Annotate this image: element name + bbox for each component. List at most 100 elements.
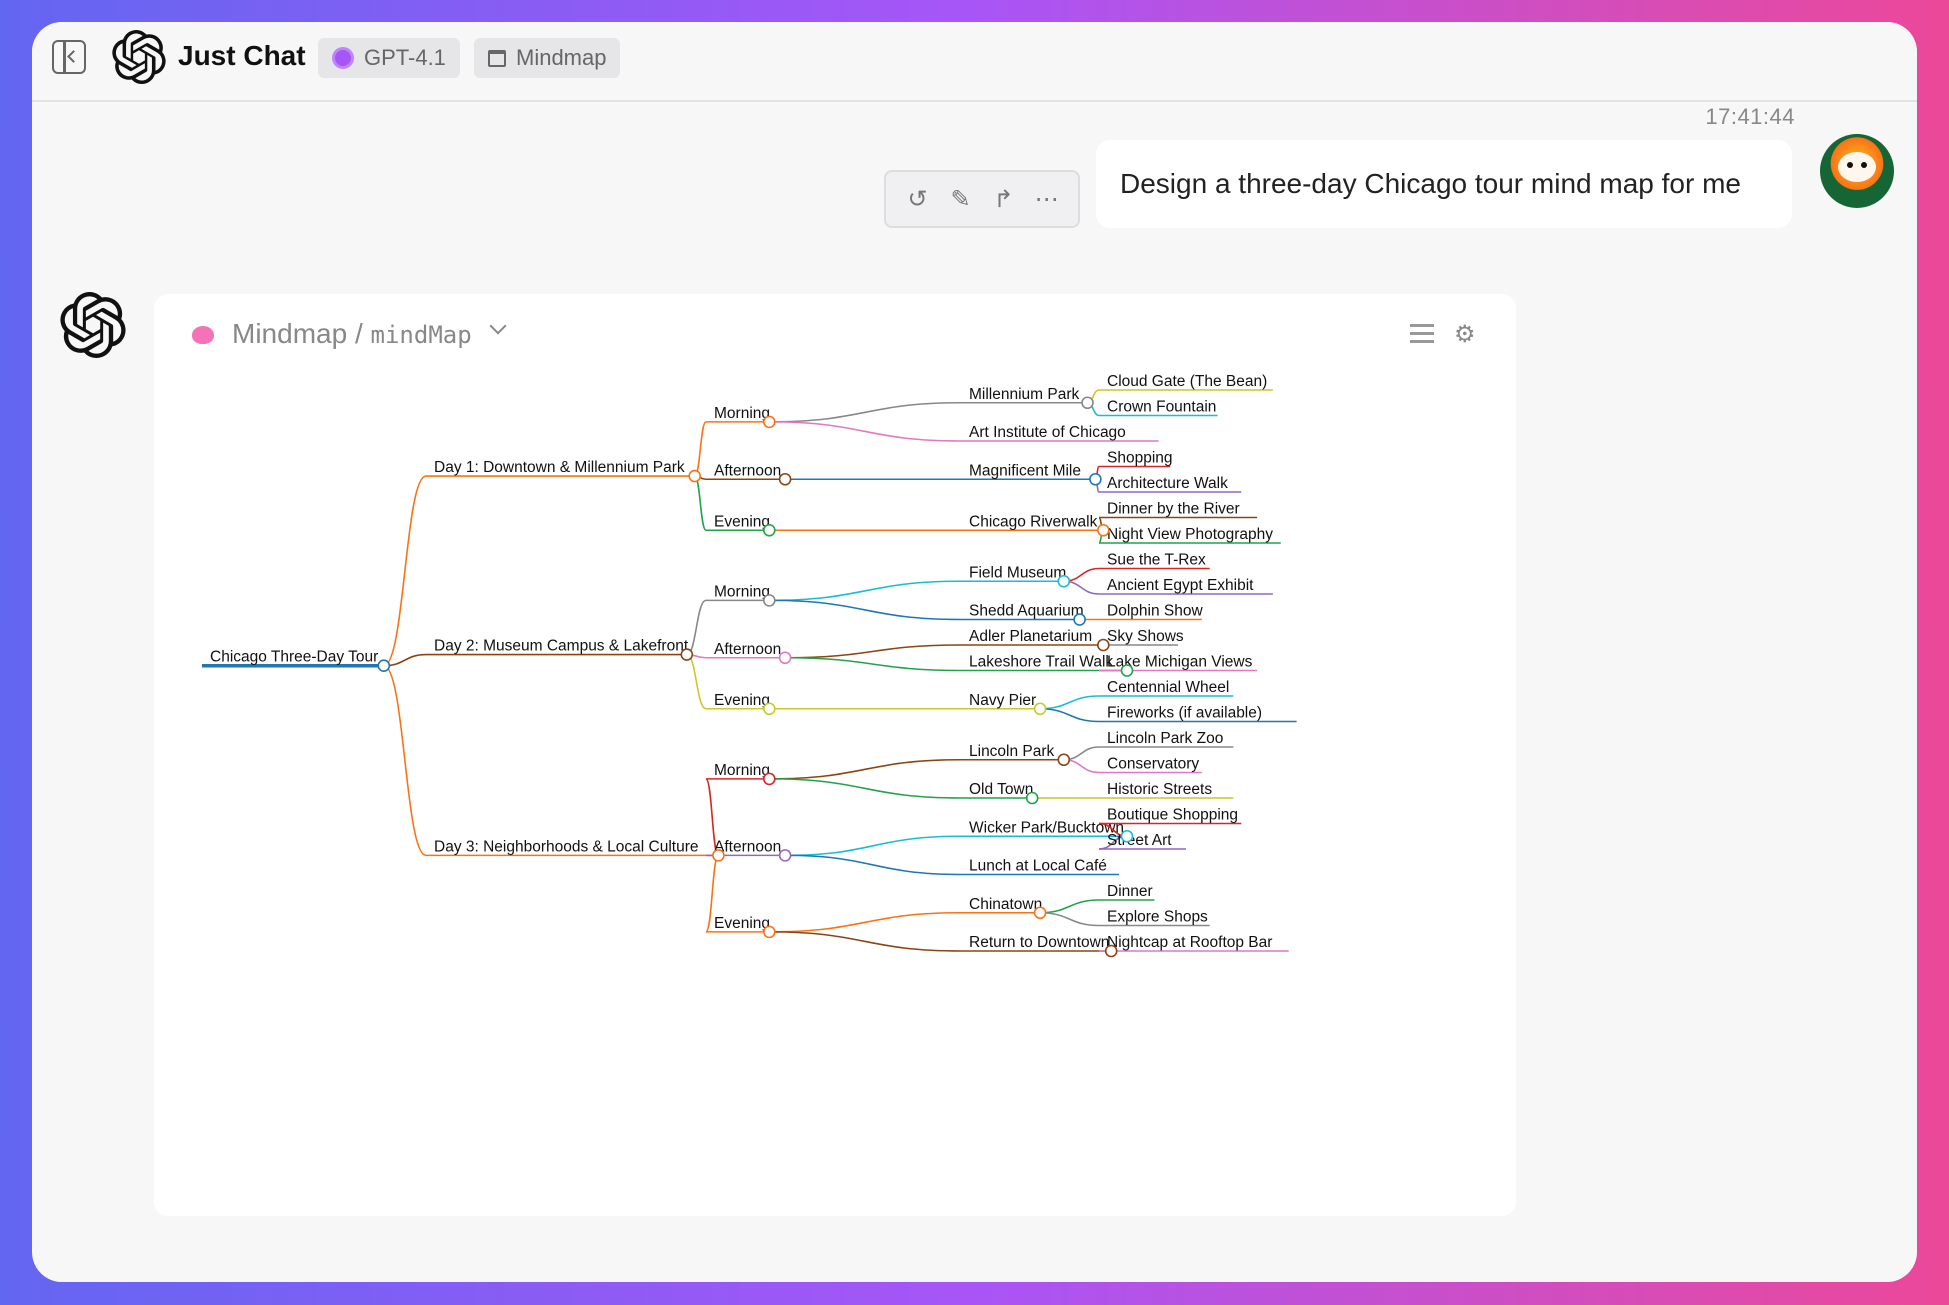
mindmap-node-label[interactable]: Old Town [969, 781, 1033, 798]
mindmap-node-label[interactable]: Street Art [1107, 832, 1172, 849]
mindmap-node-label[interactable]: Historic Streets [1107, 781, 1212, 798]
mindmap-node-label[interactable]: Boutique Shopping [1107, 807, 1238, 824]
mindmap-node-label[interactable]: Lincoln Park [969, 743, 1055, 760]
mindmap-root-label[interactable]: Chicago Three-Day Tour [210, 649, 378, 666]
mindmap-toggle[interactable] [1073, 613, 1086, 626]
mindmap-toggle[interactable] [762, 594, 776, 607]
mindmap-node-label[interactable]: Night View Photography [1107, 526, 1273, 543]
sidebar-toggle-icon[interactable] [52, 40, 86, 74]
mindmap-toggle[interactable] [1025, 791, 1039, 805]
mindmap-node-label[interactable]: Fireworks (if available) [1107, 705, 1262, 722]
mindmap-node-label[interactable]: Chinatown [969, 896, 1042, 913]
message-actions: ↺ ✎ ↱ ⋯ [884, 170, 1080, 228]
mindmap-connector [785, 854, 962, 876]
mindmap-node-label[interactable]: Explore Shops [1107, 909, 1208, 926]
mindmap-node-label[interactable]: Evening [714, 513, 770, 530]
branch-icon[interactable]: ↱ [989, 184, 1019, 214]
mindmap-toggle[interactable] [688, 469, 702, 483]
more-icon[interactable]: ⋯ [1032, 184, 1062, 214]
mindmap-node-label[interactable]: Navy Pier [969, 692, 1036, 709]
mindmap-node-label[interactable]: Shopping [1107, 450, 1173, 467]
plugin-chip[interactable]: Mindmap [474, 38, 621, 78]
mindmap-toggle[interactable] [712, 849, 725, 862]
mindmap-node-label[interactable]: Adler Planetarium [969, 628, 1092, 645]
mindmap-node-label[interactable]: Field Museum [969, 564, 1066, 581]
mindmap-toggle[interactable] [778, 651, 792, 665]
mindmap-toggle[interactable] [1057, 574, 1071, 588]
mindmap-connector [769, 599, 962, 621]
mindmap-node-label[interactable]: Dinner by the River [1107, 501, 1240, 518]
mindmap-connector [769, 401, 962, 423]
openai-logo-icon [112, 30, 166, 84]
mindmap-node-label[interactable]: Lunch at Local Café [969, 858, 1107, 875]
mindmap-node-label[interactable]: Morning [714, 405, 770, 422]
mindmap-card: Mindmap / mindMap ⚙ Chicago Three-Day To… [154, 294, 1516, 1216]
mindmap-toggle[interactable] [762, 523, 776, 537]
mindmap-connector [693, 421, 707, 477]
mindmap-connector [785, 835, 962, 857]
mindmap-node-label[interactable]: Morning [714, 583, 770, 600]
mindmap-node-label[interactable]: Lakeshore Trail Walk [969, 654, 1113, 671]
mindmap-connector [1040, 899, 1100, 914]
mindmap-node-label[interactable]: Millennium Park [969, 386, 1080, 403]
mindmap-toggle[interactable] [778, 849, 792, 862]
mindmap-node-label[interactable]: Sky Shows [1107, 628, 1184, 645]
mindmap-node-label[interactable]: Lincoln Park Zoo [1107, 730, 1223, 747]
mindmap-toggle[interactable] [1120, 664, 1134, 677]
mindmap-toggle[interactable] [1033, 702, 1047, 716]
mindmap-node-label[interactable]: Return to Downtown [969, 934, 1109, 951]
mindmap-node-label[interactable]: Shedd Aquarium [969, 603, 1084, 620]
mindmap-node-label[interactable]: Afternoon [714, 462, 781, 479]
mindmap-node-label[interactable]: Evening [714, 915, 770, 932]
avatar-eye-left [1847, 162, 1853, 168]
mindmap-node-label[interactable]: Architecture Walk [1107, 475, 1228, 492]
mindmap-connector [769, 421, 962, 442]
mindmap-toggle[interactable] [1089, 472, 1102, 486]
mindmap-toggle[interactable] [762, 702, 776, 716]
user-message-bubble: Design a three-day Chicago tour mind map… [1096, 140, 1792, 228]
mindmap-node-label[interactable]: Day 1: Downtown & Millennium Park [434, 459, 685, 476]
mindmap-node-label[interactable]: Day 3: Neighborhoods & Local Culture [434, 838, 699, 855]
model-selector[interactable]: GPT-4.1 [318, 38, 460, 78]
mindmap-node-label[interactable]: Sue the T-Rex [1107, 552, 1206, 569]
mindmap-toggle[interactable] [1096, 523, 1110, 537]
mindmap-toggle[interactable] [1081, 396, 1094, 410]
mindmap-connector [769, 758, 962, 780]
mindmap-toggle[interactable] [778, 472, 792, 486]
mindmap-toggle[interactable] [680, 648, 694, 661]
mindmap-toggle[interactable] [1096, 638, 1110, 652]
mindmap-node-label[interactable]: Cloud Gate (The Bean) [1107, 373, 1267, 390]
mindmap-node-label[interactable]: Art Institute of Chicago [969, 424, 1126, 441]
mindmap-toggle[interactable] [762, 925, 776, 939]
mindmap-node-label[interactable]: Morning [714, 762, 770, 779]
plugin-label: Mindmap [516, 45, 607, 70]
mindmap-toggle[interactable] [762, 772, 776, 786]
mindmap-node-label[interactable]: Ancient Egypt Exhibit [1107, 577, 1254, 594]
mindmap-node-label[interactable]: Day 2: Museum Campus & Lakefront [434, 638, 689, 655]
mindmap-toggle[interactable] [1104, 944, 1118, 958]
mindmap-node-label[interactable]: Magnificent Mile [969, 462, 1081, 479]
mindmap-node-label[interactable]: Chicago Riverwalk [969, 513, 1098, 530]
mindmap-toggle[interactable] [1033, 906, 1047, 920]
mindmap-node-label[interactable]: Evening [714, 692, 770, 709]
mindmap-toggle[interactable] [1120, 829, 1134, 843]
mindmap-connector [383, 475, 427, 667]
mindmap-node-label[interactable]: Conservatory [1107, 756, 1199, 773]
mindmap-node-label[interactable]: Wicker Park/Bucktown [969, 819, 1124, 836]
mindmap-node-label[interactable]: Dolphin Show [1107, 603, 1203, 620]
mindmap-connector [1040, 911, 1100, 927]
mindmap-toggle[interactable] [377, 659, 391, 673]
mindmap-node-label[interactable]: Dinner [1107, 883, 1153, 900]
mindmap-connector [686, 599, 707, 656]
mindmap-toggle[interactable] [1057, 753, 1071, 767]
mindmap-node-label[interactable]: Crown Fountain [1107, 399, 1216, 416]
user-avatar[interactable] [1820, 134, 1894, 208]
mindmap-node-label[interactable]: Afternoon [714, 641, 781, 658]
regenerate-icon[interactable]: ↺ [903, 184, 933, 214]
mindmap-node-label[interactable]: Centennial Wheel [1107, 679, 1229, 696]
mindmap-toggle[interactable] [762, 415, 776, 429]
edit-icon[interactable]: ✎ [946, 184, 976, 214]
mindmap-connector [693, 475, 707, 532]
avatar-face [1838, 152, 1876, 182]
mindmap-node-label[interactable]: Nightcap at Rooftop Bar [1107, 934, 1272, 951]
